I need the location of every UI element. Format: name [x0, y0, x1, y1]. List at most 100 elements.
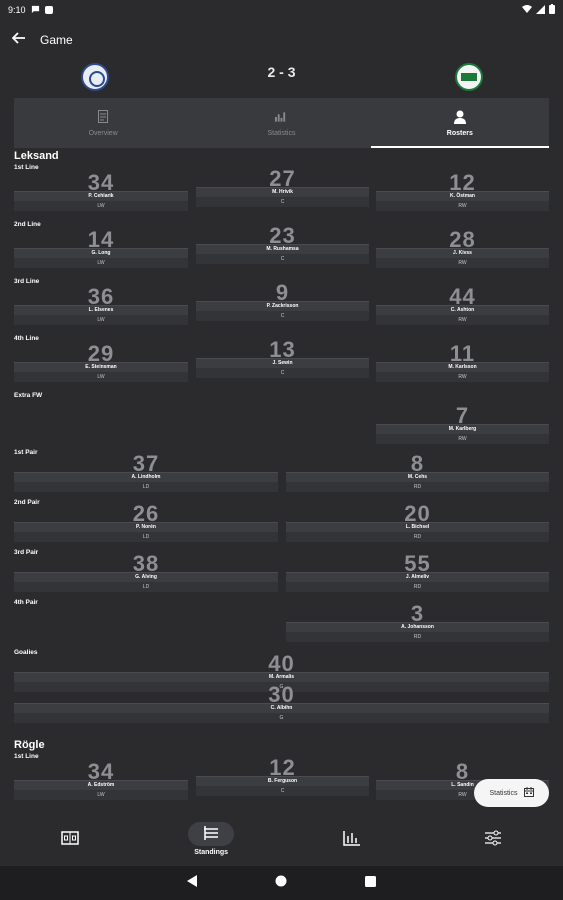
player-card[interactable]: 38 G. Alving LD [14, 553, 278, 593]
player-name: J. Almeliv [286, 572, 549, 582]
bar-chart-icon [343, 830, 361, 848]
player-position: LW [14, 201, 188, 211]
nav-label: Standings [194, 849, 229, 856]
player-card[interactable]: 36 L. Elsenes LW [14, 286, 188, 326]
player-position: LD [14, 582, 278, 592]
nav-settings[interactable] [422, 812, 563, 866]
recents-icon[interactable] [365, 874, 376, 892]
wifi-icon [522, 4, 532, 16]
player-card[interactable]: 8 M. Cehs RD [286, 453, 549, 493]
game-tabs: Overview Statistics Rosters [14, 98, 550, 148]
nav-statistics[interactable] [282, 812, 423, 866]
player-name: P. Norén [14, 522, 278, 532]
player-name: L. Bichsel [286, 522, 549, 532]
list-icon [202, 825, 220, 843]
statistics-button[interactable]: Statistics [474, 779, 549, 807]
message-icon [31, 5, 40, 16]
player-name: M. Karlberg [376, 424, 549, 434]
player-card[interactable]: 26 P. Norén LD [14, 503, 278, 543]
tab-overview[interactable]: Overview [14, 98, 192, 148]
back-arrow-icon[interactable] [11, 31, 32, 49]
status-bar: 9:10 [0, 0, 563, 20]
line-label: 3rd Line [14, 278, 40, 285]
sliders-icon [484, 830, 502, 848]
player-position: RD [286, 632, 549, 642]
game-header: 2 - 3 [0, 58, 563, 98]
tab-statistics[interactable]: Statistics [192, 98, 370, 148]
tab-label: Rosters [446, 129, 473, 137]
back-icon[interactable] [187, 874, 197, 892]
roster-list[interactable]: Leksand 1st Line 34 P. Cehlarik LW 27 M. Hrivi… [0, 150, 563, 810]
player-position: RW [376, 315, 549, 325]
player-position: RW [376, 372, 549, 382]
tab-rosters[interactable]: Rosters [370, 98, 550, 148]
tab-label: Overview [88, 129, 118, 137]
scoreboard-icon [61, 831, 80, 847]
player-card[interactable]: 27 M. Hrivik C [196, 168, 369, 208]
player-position: C [196, 368, 369, 378]
player-position: RW [376, 434, 549, 444]
fab-label: Statistics [489, 789, 518, 797]
player-card[interactable]: 44 C. Ashton RW [376, 286, 549, 326]
player-card[interactable]: 13 J. Sewin C [196, 339, 369, 379]
line-label: 2nd Line [14, 221, 41, 228]
player-position: C [196, 311, 369, 321]
stats-icon [275, 110, 287, 124]
player-card[interactable]: 34 P. Cehlarik LW [14, 172, 188, 212]
player-name: M. Karlsson [376, 362, 549, 372]
line-label: Extra FW [14, 392, 43, 399]
player-name: M. Armalis [14, 672, 549, 682]
player-position: RD [286, 532, 549, 542]
player-name: E. Steinsman [14, 362, 188, 372]
player-name: P. Zackrisson [196, 301, 369, 311]
player-name: P. Cehlarik [14, 191, 188, 201]
player-card[interactable]: 3 A. Johansson RD [286, 603, 549, 643]
player-name: M. Cehs [286, 472, 549, 482]
player-position: LW [14, 790, 188, 800]
player-card[interactable]: 12 B. Ferguson C [196, 757, 369, 797]
player-card[interactable]: 23 M. Rushamsa C [196, 225, 369, 265]
player-position: LD [14, 482, 278, 492]
notification-icon [44, 6, 53, 14]
team-name: Rögle [14, 739, 45, 751]
player-card[interactable]: 34 A. Edström LW [14, 761, 188, 801]
player-card[interactable]: 30 C. Albihn G [14, 684, 549, 724]
player-name: C. Albihn [14, 703, 549, 713]
player-card[interactable]: 7 M. Karlberg RW [376, 405, 549, 445]
person-icon [453, 110, 466, 124]
player-name: A. Lindholm [14, 472, 278, 482]
player-position: RD [286, 582, 549, 592]
player-card[interactable]: 12 K. Östman RW [376, 172, 549, 212]
nav-scoreboard[interactable] [0, 812, 141, 866]
player-card[interactable]: 28 J. Kivss RW [376, 229, 549, 269]
player-position: G [14, 713, 549, 723]
player-name: G. Long [14, 248, 188, 258]
player-card[interactable]: 11 M. Karlsson RW [376, 343, 549, 383]
nav-standings[interactable]: Standings [141, 812, 282, 866]
signal-icon [536, 4, 545, 16]
line-label: 4th Pair [14, 599, 38, 606]
player-position: RW [376, 258, 549, 268]
line-label: 4th Line [14, 335, 39, 342]
player-card[interactable]: 29 E. Steinsman LW [14, 343, 188, 383]
app-bar: Game [0, 26, 563, 54]
calendar-icon [523, 787, 534, 799]
player-name: B. Ferguson [196, 776, 369, 786]
player-position: C [196, 786, 369, 796]
player-name: G. Alving [14, 572, 278, 582]
player-position: RD [286, 482, 549, 492]
home-icon[interactable] [275, 874, 287, 892]
player-card[interactable]: 55 J. Almeliv RD [286, 553, 549, 593]
system-navigation [0, 866, 563, 900]
player-position: C [196, 254, 369, 264]
player-card[interactable]: 9 P. Zackrisson C [196, 282, 369, 322]
status-time: 9:10 [8, 5, 26, 15]
tab-label: Statistics [267, 129, 296, 137]
player-card[interactable]: 20 L. Bichsel RD [286, 503, 549, 543]
player-name: M. Rushamsa [196, 244, 369, 254]
player-card[interactable]: 14 G. Long LW [14, 229, 188, 269]
line-label: 1st Line [14, 753, 39, 760]
player-name: A. Edström [14, 780, 188, 790]
page-title: Game [40, 33, 73, 47]
player-card[interactable]: 37 A. Lindholm LD [14, 453, 278, 493]
